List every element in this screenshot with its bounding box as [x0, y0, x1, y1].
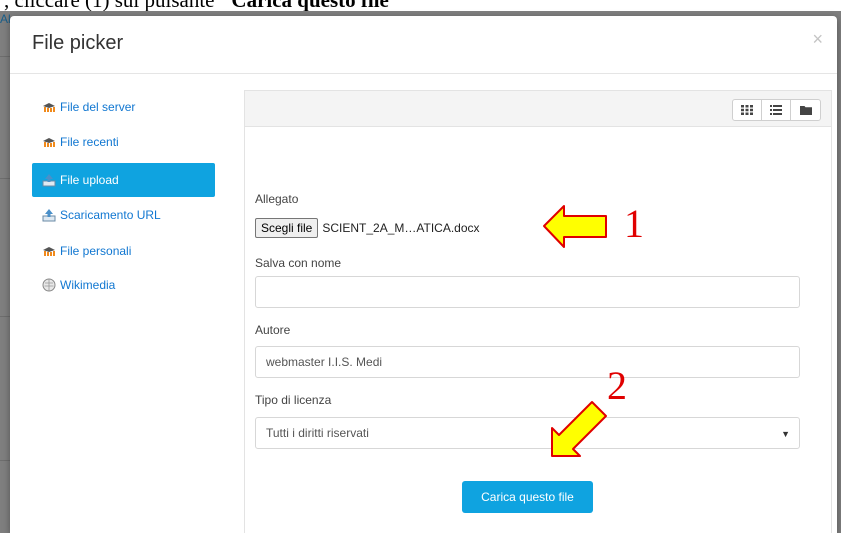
arrow-annotation [543, 205, 607, 248]
step-number-annotation: 2 [607, 363, 627, 408]
annotation-layer [543, 205, 607, 457]
arrow-annotation [551, 401, 607, 457]
step-number-annotation: 1 [624, 201, 644, 246]
